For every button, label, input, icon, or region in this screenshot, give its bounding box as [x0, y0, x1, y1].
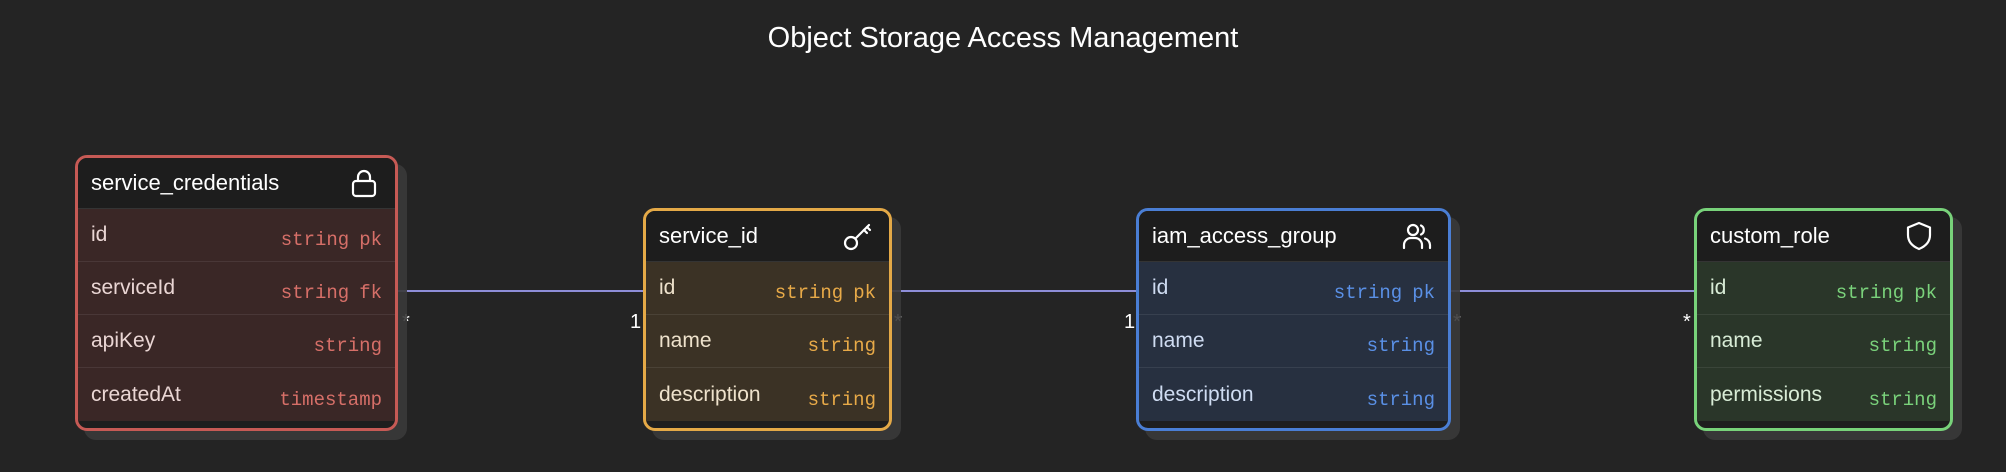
entity-name: service_credentials — [91, 170, 280, 195]
attribute-type: string — [313, 335, 382, 357]
attribute-name: description — [659, 382, 761, 406]
attribute-type: string — [1366, 335, 1435, 357]
attribute-key: pk — [853, 282, 876, 304]
cardinality-label: * — [402, 311, 410, 333]
attribute-row: permissions string — [1697, 368, 1950, 421]
relationship-serviceid-group: * 1 — [881, 288, 1143, 333]
attribute-type: string — [1333, 282, 1403, 304]
attribute-type: timestamp — [279, 388, 382, 411]
attribute-row: name string — [646, 315, 889, 368]
users-icon — [1400, 219, 1434, 253]
cardinality-label: * — [894, 311, 902, 333]
attribute-name: apiKey — [91, 329, 156, 352]
attribute-row: id string pk — [1139, 262, 1448, 315]
entity-name: iam_access_group — [1152, 223, 1337, 248]
attribute-name: id — [1710, 276, 1727, 299]
relationship-group-role: * * — [1440, 288, 1701, 333]
attribute-name: name — [659, 329, 712, 352]
attribute-type: string — [280, 229, 350, 251]
entity-custom-role[interactable]: custom_role id string pk name string perm… — [1694, 208, 1953, 431]
cardinality-label: 1 — [630, 311, 641, 333]
attribute-row: description string — [646, 368, 889, 421]
cardinality-label: 1 — [1124, 311, 1135, 333]
entity-name: custom_role — [1710, 223, 1830, 248]
attribute-row: id string pk — [646, 262, 889, 315]
attribute-key: pk — [1914, 282, 1937, 304]
attribute-name: permissions — [1710, 382, 1823, 406]
attribute-row: serviceId string fk — [78, 262, 395, 315]
attribute-name: name — [1152, 329, 1205, 352]
cardinality-label: * — [1453, 311, 1461, 333]
attribute-type: string — [774, 282, 844, 304]
attribute-row: name string — [1697, 315, 1950, 368]
attribute-type: string — [1868, 388, 1937, 411]
shield-icon — [1902, 219, 1936, 253]
attribute-key: pk — [359, 229, 382, 251]
attribute-row: apiKey string — [78, 315, 395, 368]
entity-service-id[interactable]: service_id id string pk name string descr… — [643, 208, 892, 431]
entity-service-credentials[interactable]: service_credentials id string pk serviceI… — [75, 155, 398, 431]
attribute-name: description — [1152, 382, 1254, 406]
entity-name: service_id — [659, 223, 759, 248]
entity-header: custom_role — [1697, 211, 1950, 262]
attribute-name: id — [659, 276, 676, 299]
attribute-type: string — [807, 388, 876, 411]
attribute-row: id string pk — [78, 209, 395, 262]
attribute-name: serviceId — [91, 276, 176, 299]
attribute-row: description string — [1139, 368, 1448, 421]
attribute-type: string — [807, 335, 876, 357]
entity-iam-access-group[interactable]: iam_access_group id string pk name string… — [1136, 208, 1451, 431]
attribute-row: id string pk — [1697, 262, 1950, 315]
attribute-type: string — [1868, 335, 1937, 357]
cardinality-label: * — [1683, 311, 1691, 333]
attribute-name: name — [1710, 329, 1763, 352]
entity-header: service_id — [646, 211, 889, 262]
attribute-row: createdAt timestamp — [78, 368, 395, 421]
attribute-type: string — [280, 282, 350, 304]
entity-header: iam_access_group — [1139, 211, 1448, 262]
key-icon — [841, 219, 875, 253]
attribute-name: id — [1152, 276, 1169, 299]
attribute-key: fk — [359, 282, 382, 304]
attribute-row: name string — [1139, 315, 1448, 368]
relationship-credentials-serviceid: * 1 — [390, 288, 649, 333]
entity-header: service_credentials — [78, 158, 395, 209]
lock-icon — [347, 166, 381, 200]
attribute-type: string — [1366, 388, 1435, 411]
attribute-type: string — [1835, 282, 1905, 304]
attribute-name: createdAt — [91, 382, 181, 406]
attribute-key: pk — [1412, 282, 1435, 304]
attribute-name: id — [91, 223, 108, 246]
